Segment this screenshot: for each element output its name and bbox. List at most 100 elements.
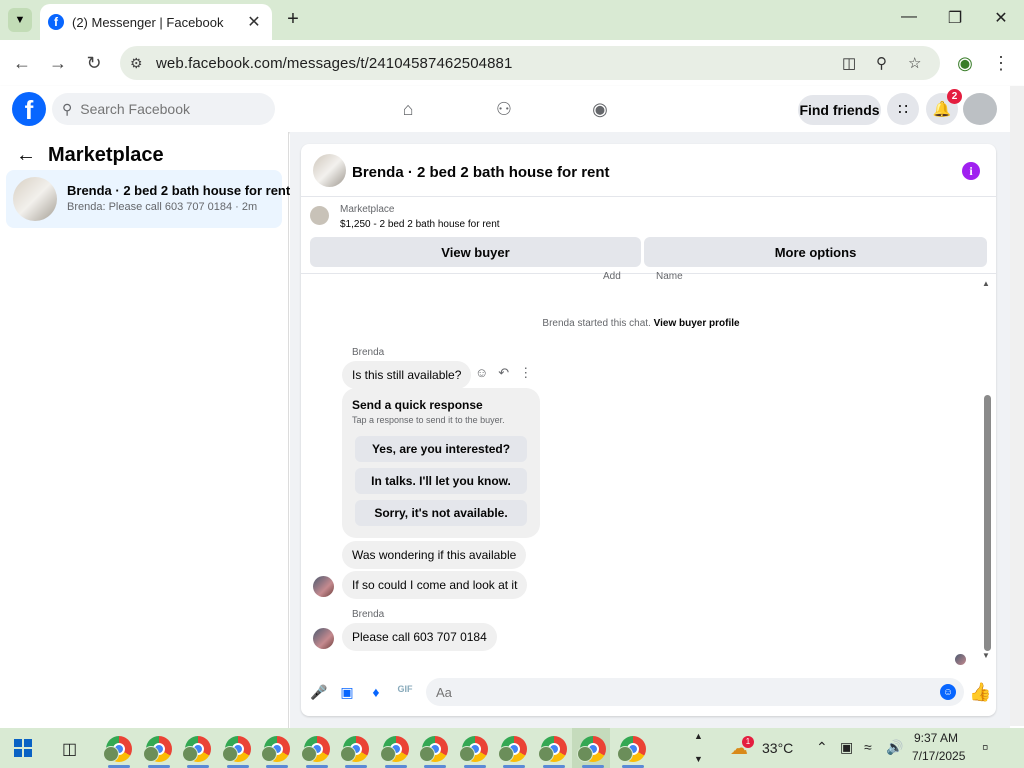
- system-message-text: Brenda started this chat.: [542, 318, 651, 329]
- gif-icon[interactable]: GIF: [397, 684, 413, 700]
- task-view-icon[interactable]: ◫: [62, 739, 77, 759]
- scrollbar-thumb[interactable]: [984, 395, 991, 651]
- zoom-icon[interactable]: ⚲: [876, 54, 887, 72]
- windows-start-icon[interactable]: [14, 739, 32, 757]
- chevron-down-icon: ▼: [14, 14, 26, 26]
- chat-title[interactable]: Brenda · 2 bed 2 bath house for rent: [352, 164, 610, 181]
- back-arrow-icon[interactable]: ←: [16, 144, 36, 167]
- cut-off-label: Name: [656, 271, 683, 282]
- quick-response-option[interactable]: Sorry, it's not available.: [355, 500, 527, 526]
- site-info-icon[interactable]: ⚙: [130, 55, 148, 72]
- microphone-icon[interactable]: 🎤: [310, 684, 327, 700]
- url-text[interactable]: web.facebook.com/messages/t/241045874625…: [156, 55, 512, 72]
- message-input[interactable]: [436, 684, 916, 700]
- info-icon[interactable]: i: [962, 162, 980, 180]
- new-tab-button[interactable]: +: [282, 8, 304, 30]
- browser-menu-icon[interactable]: ⋮: [990, 52, 1012, 74]
- browser-tab[interactable]: f (2) Messenger | Facebook ✕: [40, 4, 272, 40]
- close-window-button[interactable]: ✕: [978, 8, 1024, 28]
- page-scrollbar[interactable]: [1010, 86, 1024, 726]
- install-app-icon[interactable]: ◫: [842, 54, 856, 72]
- chrome-profile-app-icon[interactable]: [419, 736, 448, 762]
- listing-avatar[interactable]: [313, 154, 346, 187]
- volume-icon[interactable]: 🔊: [886, 739, 903, 756]
- quick-response-option[interactable]: In talks. I'll let you know.: [355, 468, 527, 494]
- view-buyer-button[interactable]: View buyer: [310, 237, 641, 267]
- restore-button[interactable]: ❐: [932, 8, 978, 28]
- message-bubble[interactable]: Please call 603 707 0184: [342, 623, 497, 651]
- find-friends-button[interactable]: Find friends: [798, 95, 881, 125]
- chrome-profile-app-icon[interactable]: [616, 736, 646, 762]
- facebook-search-input[interactable]: [80, 101, 261, 117]
- marketplace-sidebar: ← Marketplace Brenda · 2 bed 2 bath hous…: [0, 132, 290, 728]
- friends-icon[interactable]: ⚇: [492, 99, 516, 121]
- quick-response-option[interactable]: Yes, are you interested?: [355, 436, 527, 462]
- more-options-button[interactable]: More options: [644, 237, 987, 267]
- system-message: Brenda started this chat. View buyer pro…: [301, 318, 981, 329]
- chat-scrollbar[interactable]: ▲ ▼: [982, 279, 991, 660]
- message-bubble[interactable]: If so could I come and look at it: [342, 571, 528, 599]
- close-tab-icon[interactable]: ✕: [244, 12, 264, 32]
- photo-icon[interactable]: ▣: [339, 684, 355, 700]
- groups-icon[interactable]: ◉: [588, 99, 612, 121]
- tray-overflow-icon[interactable]: ⌃: [816, 739, 828, 756]
- chrome-profile-app-icon[interactable]: [142, 736, 172, 762]
- reload-button[interactable]: ↻: [83, 52, 105, 74]
- more-actions-icon[interactable]: ⋮: [519, 365, 532, 381]
- buyer-avatar[interactable]: [313, 576, 334, 597]
- tab-search-dropdown-button[interactable]: ▼: [8, 8, 32, 32]
- quick-response-card: Send a quick response Tap a response to …: [342, 388, 540, 538]
- search-icon: ⚲: [62, 100, 73, 117]
- thumbs-up-icon[interactable]: 👍: [969, 682, 991, 703]
- forward-button[interactable]: →: [47, 52, 69, 74]
- address-bar[interactable]: ⚙ web.facebook.com/messages/t/2410458746…: [120, 46, 940, 80]
- conversation-title: Brenda · 2 bed 2 bath house for rent: [67, 183, 291, 198]
- chrome-profile-app-icon[interactable]: [537, 736, 567, 762]
- wifi-icon[interactable]: ≈: [864, 739, 872, 755]
- facebook-search[interactable]: ⚲: [52, 93, 275, 125]
- temperature-text[interactable]: 33°C: [762, 740, 793, 756]
- bookmark-star-icon[interactable]: ☆: [908, 54, 921, 72]
- home-icon[interactable]: ⌂: [396, 99, 420, 121]
- chrome-profile-app-icon[interactable]: [300, 736, 330, 762]
- message-bubble[interactable]: Is this still available?: [342, 361, 472, 389]
- reply-icon[interactable]: ↶: [498, 365, 509, 381]
- scroll-down-arrow-icon[interactable]: ▼: [982, 651, 990, 660]
- back-button[interactable]: ←: [11, 52, 33, 74]
- react-emoji-icon[interactable]: ☺: [475, 365, 488, 381]
- chrome-profile-app-icon[interactable]: [458, 736, 488, 762]
- meet-now-icon[interactable]: ▣: [840, 739, 853, 756]
- taskbar-scroll-down-icon[interactable]: ▼: [694, 754, 703, 764]
- chrome-profile-app-icon[interactable]: [379, 736, 409, 762]
- chrome-profile-app-icon[interactable]: [498, 736, 527, 762]
- message-actions: ☺ ↶ ⋮: [475, 365, 532, 381]
- sticker-icon[interactable]: ♦: [368, 684, 384, 700]
- notification-center-icon[interactable]: ▫: [982, 737, 988, 758]
- listing-source: Marketplace: [340, 204, 395, 215]
- profile-icon[interactable]: ◉: [954, 52, 976, 74]
- account-avatar[interactable]: [963, 93, 997, 125]
- menu-grid-icon[interactable]: ∷: [887, 93, 919, 125]
- chrome-profile-app-icon[interactable]: [261, 736, 290, 762]
- chrome-profile-app-icon[interactable]: [340, 736, 369, 762]
- clock-time[interactable]: 9:37 AM: [914, 731, 958, 745]
- emoji-icon[interactable]: ☺: [940, 684, 956, 700]
- scroll-up-arrow-icon[interactable]: ▲: [982, 279, 990, 288]
- buyer-avatar[interactable]: [313, 628, 334, 649]
- chrome-profile-app-icon[interactable]: [577, 736, 606, 762]
- listing-small-thumbnail: [310, 206, 329, 225]
- clock-date[interactable]: 7/17/2025: [912, 749, 965, 763]
- chrome-profile-app-icon[interactable]: [182, 736, 211, 762]
- browser-tab-strip: ▼ f (2) Messenger | Facebook ✕ + — ❐ ✕: [0, 0, 1024, 40]
- message-input-box[interactable]: ☺: [426, 678, 964, 706]
- chrome-profile-app-icon[interactable]: [103, 736, 132, 762]
- minimize-button[interactable]: —: [886, 8, 932, 26]
- chrome-profile-app-icon[interactable]: [221, 736, 251, 762]
- message-bubble[interactable]: Was wondering if this available: [342, 541, 527, 569]
- taskbar-scroll-up-icon[interactable]: ▲: [694, 731, 703, 741]
- conversation-item[interactable]: Brenda · 2 bed 2 bath house for rent Bre…: [6, 170, 290, 228]
- view-buyer-profile-link[interactable]: View buyer profile: [654, 318, 740, 329]
- facebook-favicon-icon: f: [48, 14, 64, 30]
- facebook-logo-icon[interactable]: f: [12, 92, 46, 126]
- listing-detail: $1,250 - 2 bed 2 bath house for rent: [340, 219, 500, 230]
